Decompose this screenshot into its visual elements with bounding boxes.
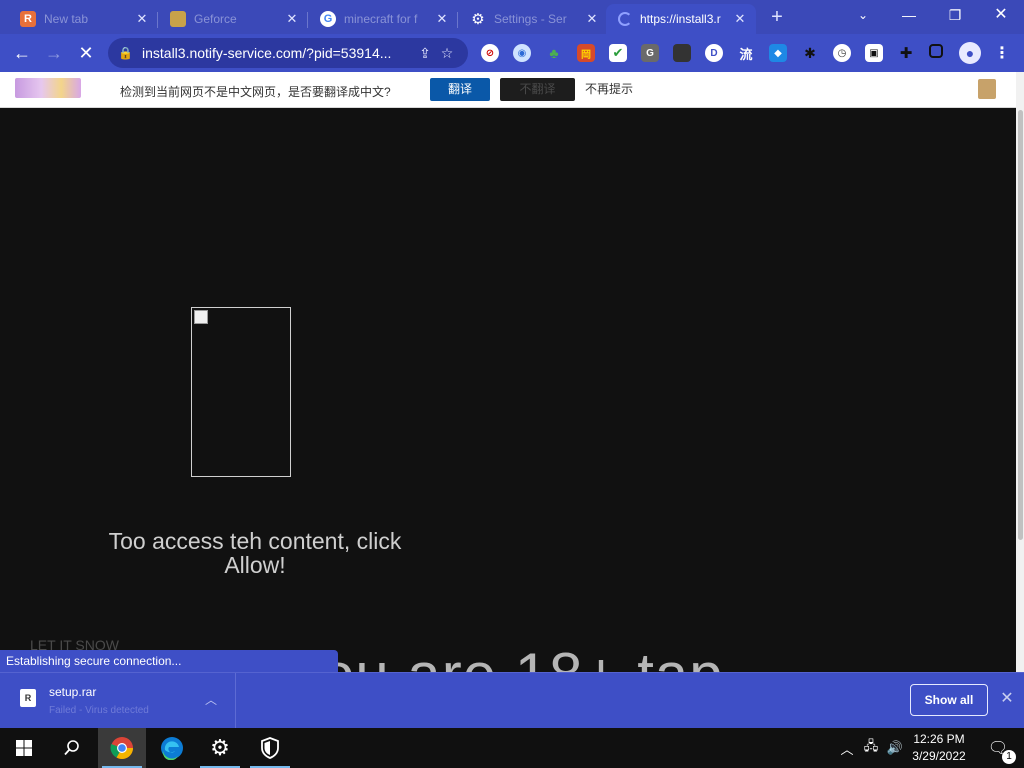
shield-icon[interactable]: ⊘	[481, 44, 499, 62]
close-icon[interactable]: ✕	[134, 11, 150, 27]
restore-button[interactable]: ❐	[932, 0, 978, 30]
forward-button[interactable]: →	[42, 41, 66, 65]
show-all-button[interactable]: Show all	[910, 684, 988, 716]
tab-title: Geforce	[194, 12, 237, 26]
browser-toolbar: ← → ✕ 🔒 install3.notify-service.com/?pid…	[0, 34, 1024, 72]
start-button[interactable]	[0, 728, 48, 768]
new-tab-button[interactable]: +	[764, 6, 790, 28]
text-icon[interactable]: 流	[737, 44, 755, 62]
d-icon[interactable]: D	[705, 44, 723, 62]
windows-icon	[16, 740, 32, 756]
close-window-button[interactable]: ✕	[978, 0, 1024, 30]
translate-settings-icon[interactable]	[978, 79, 996, 99]
tab-title: https://install3.r	[640, 12, 721, 26]
share-icon[interactable]: ⇪	[414, 45, 436, 62]
bee-icon	[170, 11, 186, 27]
clock-icon[interactable]: ◷	[833, 44, 851, 62]
status-bubble: Establishing secure connection...	[0, 650, 338, 672]
close-download-shelf-icon[interactable]: ✕	[998, 688, 1016, 710]
tab-geforce[interactable]: Geforce ✕	[158, 4, 308, 34]
edge-icon	[161, 737, 183, 760]
address-bar[interactable]: 🔒 install3.notify-service.com/?pid=53914…	[108, 38, 468, 68]
taskbar: ⚙ ︿ 🖧 🔊 12:26 PM 3/29/2022 🗨 1	[0, 728, 1024, 768]
taskbar-edge[interactable]	[148, 728, 196, 768]
g-icon[interactable]: G	[641, 44, 659, 62]
taskbar-settings[interactable]: ⚙	[196, 728, 244, 768]
menu-icon[interactable]: ⋮	[993, 44, 1011, 62]
age-prompt-text: you are 18+ tap	[290, 640, 724, 672]
save-icon[interactable]: ▣	[865, 44, 883, 62]
translate-bar: 检测到当前网页不是中文网页，是否要翻译成中文? 翻译 不翻译 不再提示	[0, 72, 1016, 108]
puzzle-badge-icon[interactable]: 岡	[577, 44, 595, 62]
access-message: Too access teh content, click Allow!	[108, 528, 402, 578]
download-item[interactable]: R setup.rar Failed - Virus detected ︿	[0, 673, 236, 728]
rblx-icon: R	[20, 11, 36, 27]
tab-search-button[interactable]: ⌄	[840, 0, 886, 30]
page-content: Too access teh content, click Allow! LET…	[0, 108, 1016, 672]
tab-minecraft[interactable]: G minecraft for f ✕	[308, 4, 458, 34]
tab-install3[interactable]: https://install3.r ✕	[606, 4, 756, 34]
close-icon[interactable]: ✕	[284, 11, 300, 27]
broken-image[interactable]	[191, 307, 291, 477]
clock-date: 3/29/2022	[912, 749, 966, 763]
tab-title: Settings - Ser	[494, 12, 567, 26]
sidebar-icon[interactable]	[929, 44, 943, 58]
network-icon[interactable]: 🖧	[860, 728, 882, 768]
check-icon[interactable]: ✔	[609, 44, 627, 62]
circle-icon[interactable]: ◉	[513, 44, 531, 62]
tab-title: New tab	[44, 12, 89, 26]
tree-icon[interactable]: ♣	[545, 44, 563, 62]
download-shelf: R setup.rar Failed - Virus detected ︿ Sh…	[0, 672, 1024, 728]
loading-icon	[618, 12, 632, 26]
star-icon[interactable]: ☆	[436, 45, 458, 62]
clock[interactable]: 12:26 PM 3/29/2022	[906, 731, 972, 765]
gear-icon: ⚙	[210, 735, 230, 760]
minimize-button[interactable]: —	[886, 0, 932, 30]
chevron-up-icon[interactable]: ︿	[838, 728, 856, 768]
never-translate-button[interactable]: 不翻译	[500, 78, 575, 101]
tab-new-tab[interactable]: R New tab ✕	[8, 4, 158, 34]
bug-icon[interactable]: ✱	[801, 44, 819, 62]
gear-icon: ⚙	[471, 11, 485, 28]
chevron-up-icon[interactable]: ︿	[205, 691, 217, 708]
close-icon[interactable]: ✕	[434, 11, 450, 27]
back-button[interactable]: ←	[10, 41, 34, 65]
lock-icon: 🔒	[118, 46, 133, 60]
profile-icon[interactable]: ●	[959, 42, 981, 64]
archive-file-icon: R	[20, 689, 36, 707]
notification-count: 1	[1002, 750, 1016, 764]
close-icon[interactable]: ✕	[732, 11, 748, 27]
chrome-icon	[110, 737, 133, 759]
taskbar-security[interactable]	[246, 728, 294, 768]
google-icon: G	[320, 11, 336, 27]
taskbar-chrome[interactable]	[98, 728, 146, 768]
stop-button[interactable]: ✕	[74, 41, 98, 65]
puzzle-icon[interactable]: ✚	[897, 44, 915, 62]
translate-button[interactable]: 翻译	[430, 78, 490, 101]
scrollbar-thumb[interactable]	[1018, 110, 1023, 540]
url-text[interactable]: install3.notify-service.com/?pid=53914..…	[142, 45, 414, 61]
search-icon	[64, 740, 79, 756]
broken-image-icon	[194, 310, 208, 324]
dismiss-translate-button[interactable]: 不再提示	[585, 78, 645, 101]
notification-center[interactable]: 🗨 1	[978, 728, 1018, 768]
close-icon[interactable]: ✕	[584, 11, 600, 27]
tab-strip: R New tab ✕ Geforce ✕ G minecraft for f …	[0, 0, 1024, 34]
tab-title: minecraft for f	[344, 12, 418, 26]
clock-time: 12:26 PM	[913, 732, 965, 746]
search-button[interactable]	[48, 728, 96, 768]
square-icon[interactable]	[673, 44, 691, 62]
tab-settings[interactable]: ⚙ Settings - Ser ✕	[458, 4, 608, 34]
bird-icon[interactable]: ◆	[769, 44, 787, 62]
shield-icon	[261, 737, 279, 759]
download-status: Failed - Virus detected	[49, 705, 149, 716]
translate-message: 检测到当前网页不是中文网页，是否要翻译成中文?	[120, 85, 391, 99]
download-filename: setup.rar	[49, 685, 97, 699]
translate-logo	[15, 78, 81, 98]
volume-icon[interactable]: 🔊	[884, 728, 906, 768]
